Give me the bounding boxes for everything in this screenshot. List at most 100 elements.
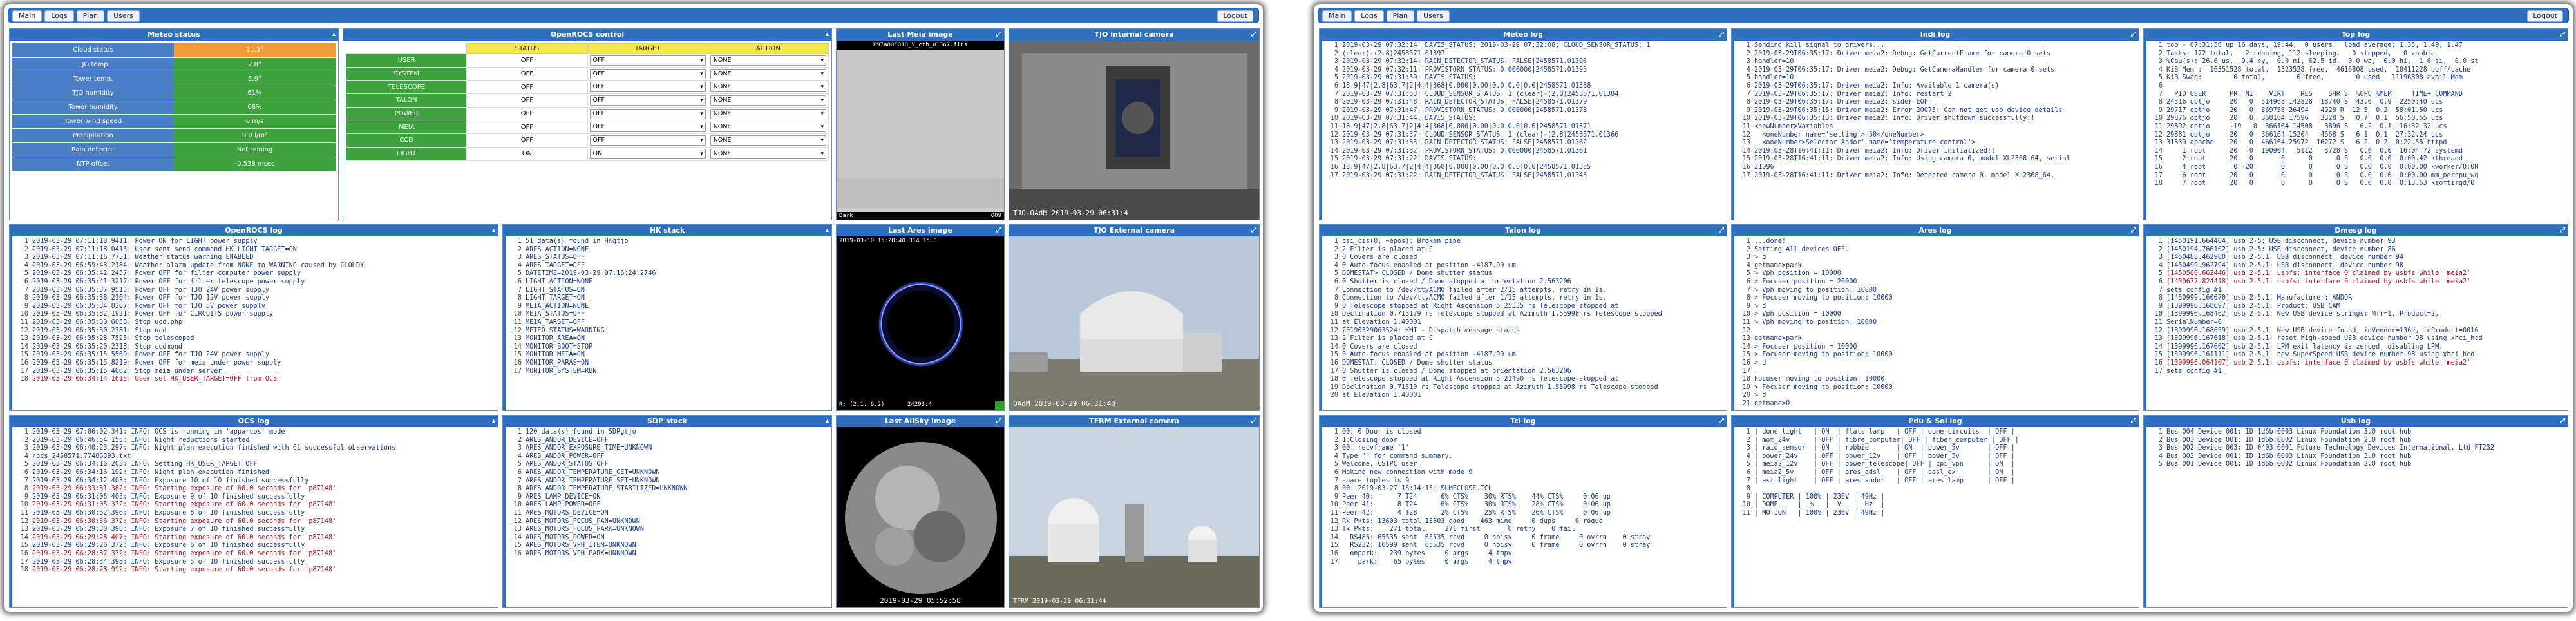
log-text: 29881 optjo 20 0 366164 15204 4568 S 6.1… bbox=[2166, 131, 2443, 139]
target-select[interactable]: OFF bbox=[589, 68, 706, 79]
expand-icon[interactable]: ⤢ bbox=[2131, 29, 2136, 41]
log-text: 51 data(s) found in HKgtjo bbox=[526, 238, 629, 245]
log-text: Bus 002 Device 001: ID 1d6b:0003 Linux F… bbox=[2166, 452, 2412, 460]
ares-footer-left: R: (2.1, 6.2) bbox=[839, 401, 885, 408]
line-number: 5 bbox=[517, 461, 522, 468]
target-select[interactable]: OFF bbox=[589, 122, 706, 133]
line-number: 14 bbox=[2154, 147, 2163, 155]
line-number: 6 bbox=[1334, 468, 1338, 476]
log-text: 1:Closing door bbox=[1342, 436, 1397, 444]
log-text: 2019-03-28T16:41:11: Driver meia2: Info:… bbox=[1754, 147, 1996, 155]
tfrm-external-camera-image[interactable] bbox=[1009, 427, 1259, 607]
collapse-icon[interactable]: ▴ bbox=[492, 225, 495, 236]
expand-icon[interactable]: ⤢ bbox=[1251, 29, 1256, 41]
log-line: 6 | meia2_5v | OFF | ares_adsl | OFF | ad… bbox=[1736, 469, 2137, 477]
sdp-stack-text: 1 120 data(s) found in SDPgtjo 2 ARES_ANDOR… bbox=[503, 427, 831, 607]
tab-main[interactable]: Main bbox=[12, 10, 43, 22]
log-text: ARES_MOTORS_FOCUS_PARK=UNKNOWN bbox=[526, 526, 645, 533]
expand-icon[interactable]: ⤢ bbox=[1251, 416, 1256, 427]
target-select[interactable]: OFF bbox=[589, 55, 706, 66]
log-line: 12 METEO_STATUS=WARNING bbox=[507, 327, 829, 336]
log-line: 6 2019-03-29 06:34:16.192: INFO: Night pl… bbox=[14, 469, 496, 477]
log-text: Peer 42: 4 T28 2% CTS% 25% RTS% 26% CTS%… bbox=[1342, 509, 1611, 517]
log-text: 0 Telescope stopped at Right Ascension 5… bbox=[1342, 376, 1619, 383]
expand-icon[interactable]: ⤢ bbox=[996, 225, 1001, 236]
tab-plan[interactable]: Plan bbox=[76, 10, 105, 22]
expand-icon[interactable]: ⤢ bbox=[2131, 225, 2136, 236]
target-select[interactable]: OFF bbox=[589, 108, 706, 119]
action-select[interactable]: NONE bbox=[710, 82, 826, 93]
log-text: 2019-03-29 06:35:32.1921: Power OFF for … bbox=[32, 310, 274, 318]
expand-icon[interactable]: ⤢ bbox=[1251, 225, 1256, 236]
meia-image[interactable] bbox=[837, 50, 1004, 217]
panel-title: Top log bbox=[2341, 30, 2371, 39]
target-select[interactable]: OFF bbox=[589, 95, 706, 106]
target-select[interactable]: OFF bbox=[589, 82, 706, 93]
log-line: 2 | mot_24v | OFF | fibre_computer| OFF |… bbox=[1736, 437, 2137, 445]
tab-logs[interactable]: Logs bbox=[1354, 10, 1384, 22]
log-text: 2019-03-29 07:11:18.9411: Power ON for L… bbox=[32, 238, 258, 245]
log-line: 14 > Focuser position = 10000 bbox=[1736, 343, 2137, 352]
log-text: getname>park bbox=[1754, 262, 1802, 269]
tab-main[interactable]: Main bbox=[1322, 10, 1352, 22]
logout-button[interactable]: Logout bbox=[1217, 10, 1253, 22]
log-text: at Elevation 1.40001 bbox=[1342, 392, 1421, 399]
line-number: 2 bbox=[1334, 50, 1338, 57]
expand-icon[interactable]: ⤢ bbox=[2560, 416, 2565, 427]
tjo-external-camera-image[interactable] bbox=[1009, 236, 1259, 410]
action-select[interactable]: NONE bbox=[710, 135, 826, 146]
log-line: 14 [1399996.167602] usb 2-5.1: LPM exit l… bbox=[2148, 343, 2566, 352]
log-text: 4 root 0 -20 0 0 0 S 0.0 0.0 0:00.00 kwo… bbox=[2166, 163, 2479, 171]
expand-icon[interactable]: ⤢ bbox=[996, 416, 1001, 427]
tab-users[interactable]: Users bbox=[1417, 10, 1450, 22]
action-select[interactable]: NONE bbox=[710, 55, 826, 66]
target-select[interactable]: ON bbox=[589, 148, 706, 159]
log-line: 4 Bus 002 Device 001: ID 1d6b:0003 Linux … bbox=[2148, 453, 2566, 461]
log-line: 9 Peer 40: 7 T24 6% CTS% 30% RTS% 44% CTS… bbox=[1324, 493, 1725, 502]
log-text: MEIA_TARGET=OFF bbox=[526, 318, 585, 326]
log-line: 18 Focuser moving to position: 10000 bbox=[1736, 376, 2137, 384]
logout-button[interactable]: Logout bbox=[2527, 10, 2563, 22]
collapse-icon[interactable]: ▴ bbox=[492, 416, 495, 427]
action-select[interactable]: NONE bbox=[710, 122, 826, 133]
log-text: 2019-03-29 07:31:22: DAVIS_STATUS: bbox=[1342, 155, 1477, 163]
collapse-icon[interactable]: ▴ bbox=[332, 29, 336, 41]
tab-users[interactable]: Users bbox=[107, 10, 140, 22]
log-text: KiB Swap: 0 total, 0 free, 0 used. 11196… bbox=[2166, 74, 2463, 82]
log-text: ARES_ACTION=NONE bbox=[526, 245, 589, 253]
expand-icon[interactable]: ⤢ bbox=[996, 29, 1001, 41]
expand-icon[interactable]: ⤢ bbox=[2560, 225, 2565, 236]
action-select[interactable]: NONE bbox=[710, 108, 826, 119]
target-select[interactable]: OFF bbox=[589, 135, 706, 146]
log-text: 29892 optjo -19 0 366164 14508 3896 S 6.… bbox=[2166, 122, 2447, 130]
action-select[interactable]: NONE bbox=[710, 68, 826, 79]
meteo-label: Tower humidity bbox=[12, 100, 174, 115]
collapse-icon[interactable]: ▴ bbox=[826, 416, 829, 427]
line-number: 6 bbox=[1334, 82, 1338, 90]
action-select[interactable]: NONE bbox=[710, 148, 826, 159]
log-text: Peer 40: 7 T24 6% CTS% 30% RTS% 44% CTS%… bbox=[1342, 493, 1611, 501]
log-text: | ast_light | OFF | ares_andor | OFF | a… bbox=[1754, 477, 2015, 484]
line-number: 12 bbox=[1330, 131, 1338, 139]
meteo-value: 2.8° bbox=[174, 57, 336, 72]
log-line: 19 > Focuser moving to position: 10000 bbox=[1736, 384, 2137, 392]
log-line: 12 ARES_MOTORS_FOCUS_PAN=UNKNOWN bbox=[507, 518, 829, 526]
log-text: > Vph position = 10000 bbox=[1754, 270, 1841, 278]
tcl-log-text: 1 00: 0 Door is closed 2 1:Closing door 3 00:… bbox=[1320, 427, 1727, 607]
log-line: 1 2019-03-29 07:06:02.341: INFO: OCS is r… bbox=[14, 428, 496, 437]
tjo-internal-camera-image[interactable] bbox=[1009, 41, 1259, 220]
expand-icon[interactable]: ⤢ bbox=[2131, 416, 2136, 427]
tab-logs[interactable]: Logs bbox=[44, 10, 74, 22]
expand-icon[interactable]: ⤢ bbox=[1719, 416, 1724, 427]
ares-image[interactable] bbox=[837, 236, 1004, 410]
expand-icon[interactable]: ⤢ bbox=[2560, 29, 2565, 41]
expand-icon[interactable]: ⤢ bbox=[1719, 29, 1724, 41]
log-text: 120 data(s) found in SDPgtjo bbox=[526, 428, 636, 435]
tab-plan[interactable]: Plan bbox=[1386, 10, 1415, 22]
log-line: 16 DOMESTAT: CLOSED / Dome shutter status bbox=[1324, 359, 1725, 368]
collapse-icon[interactable]: ▴ bbox=[826, 225, 829, 236]
expand-icon[interactable]: ⤢ bbox=[1719, 225, 1724, 236]
allsky-image[interactable] bbox=[837, 427, 1004, 607]
collapse-icon[interactable]: ▴ bbox=[826, 29, 829, 41]
action-select[interactable]: NONE bbox=[710, 95, 826, 106]
